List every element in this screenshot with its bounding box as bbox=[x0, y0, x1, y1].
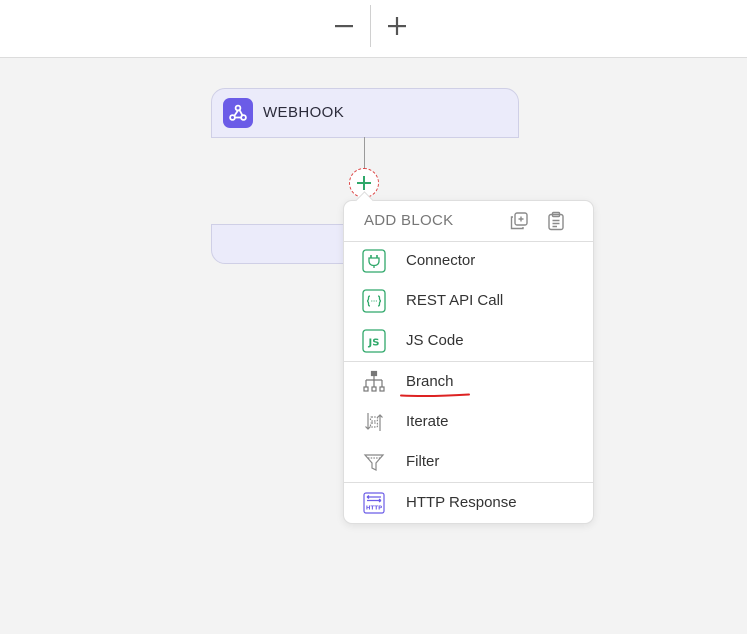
webhook-icon bbox=[223, 98, 253, 128]
http-icon: HTTP bbox=[362, 491, 386, 515]
branch-icon bbox=[362, 370, 386, 394]
duplicate-icon[interactable] bbox=[508, 210, 530, 232]
menu-title: ADD BLOCK bbox=[364, 212, 454, 229]
plus-icon bbox=[388, 17, 406, 35]
menu-item-js-code[interactable]: JS JS Code bbox=[344, 321, 593, 361]
menu-item-label: HTTP Response bbox=[406, 494, 517, 511]
menu-item-label: REST API Call bbox=[406, 292, 504, 309]
minus-icon bbox=[335, 25, 353, 28]
svg-text:HTTP: HTTP bbox=[366, 506, 382, 512]
connector-line bbox=[364, 137, 365, 169]
add-block-menu: ADD BLOCK Connector REST API Call JS JS … bbox=[343, 191, 594, 524]
paste-icon[interactable] bbox=[545, 210, 567, 232]
red-underline-annotation bbox=[400, 393, 470, 398]
menu-item-label: Filter bbox=[406, 453, 440, 470]
menu-item-label: Connector bbox=[406, 252, 476, 269]
menu-item-rest-api-call[interactable]: REST API Call bbox=[344, 281, 593, 321]
node-title: WEBHOOK bbox=[263, 104, 345, 121]
iterate-icon bbox=[362, 410, 386, 434]
svg-text:JS: JS bbox=[368, 338, 380, 349]
filter-icon bbox=[362, 450, 386, 474]
zoom-in-button[interactable] bbox=[379, 8, 415, 44]
menu-item-iterate[interactable]: Iterate bbox=[344, 402, 593, 442]
menu-item-label: Iterate bbox=[406, 413, 449, 430]
plug-icon bbox=[362, 249, 386, 273]
menu-item-http-response[interactable]: HTTP HTTP Response bbox=[344, 483, 593, 523]
plus-icon bbox=[357, 176, 371, 190]
zoom-out-button[interactable] bbox=[326, 8, 362, 44]
toolbar-divider bbox=[370, 5, 371, 47]
menu-item-branch[interactable]: Branch bbox=[344, 362, 593, 402]
js-icon: JS bbox=[362, 329, 386, 353]
zoom-toolbar bbox=[0, 0, 747, 58]
menu-item-label: JS Code bbox=[406, 332, 464, 349]
menu-item-label: Branch bbox=[406, 373, 454, 390]
menu-item-filter[interactable]: Filter bbox=[344, 442, 593, 482]
braces-icon bbox=[362, 289, 386, 313]
menu-header: ADD BLOCK bbox=[344, 201, 593, 242]
menu-item-connector[interactable]: Connector bbox=[344, 241, 593, 281]
webhook-trigger-node[interactable]: WEBHOOK bbox=[211, 88, 519, 138]
